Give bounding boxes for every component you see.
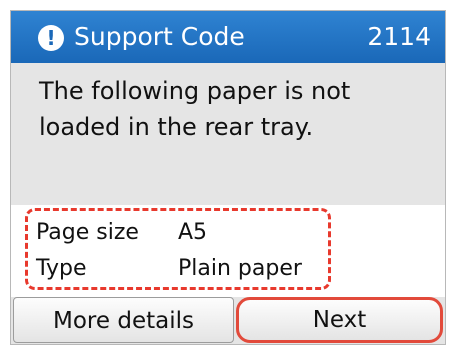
type-label: Type	[36, 256, 87, 281]
page-size-row: Page size A5	[36, 219, 207, 247]
type-row: Type Plain paper	[36, 255, 302, 283]
title-bar: ! Support Code 2114	[11, 11, 445, 63]
more-details-button[interactable]: More details	[13, 297, 234, 343]
type-value: Plain paper	[178, 256, 302, 281]
exclamation-circle-icon: !	[38, 25, 64, 51]
paper-info-panel: Page size A5 Type Plain paper	[11, 205, 445, 297]
error-message: The following paper is not loaded in the…	[39, 77, 351, 141]
printer-lcd-screen: ! Support Code 2114 The following paper …	[10, 10, 446, 345]
next-button[interactable]: Next	[236, 297, 443, 343]
support-code-number: 2114	[367, 22, 431, 51]
page-size-label: Page size	[36, 220, 139, 245]
page-size-value: A5	[178, 220, 208, 245]
title-text: Support Code	[74, 22, 245, 51]
